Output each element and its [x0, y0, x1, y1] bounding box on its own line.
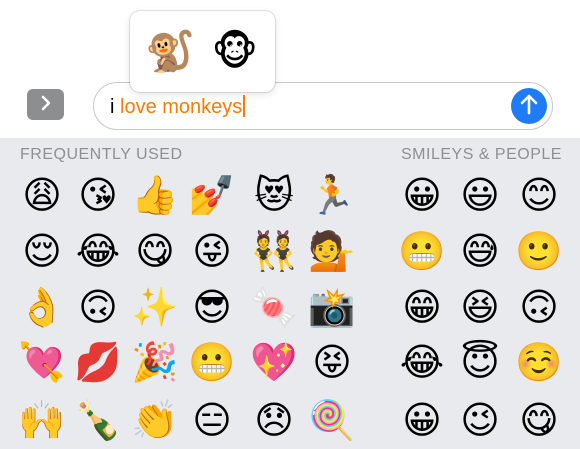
emoji-key[interactable]: ☺️: [511, 334, 567, 390]
emoji-key[interactable]: 🎉: [127, 334, 183, 390]
chevron-right-icon: [40, 95, 52, 115]
message-text: i love monkeys: [110, 95, 246, 118]
emoji-key[interactable]: 😆: [452, 279, 508, 335]
emoji-key[interactable]: 😝: [304, 334, 360, 390]
emoji-key[interactable]: 💁: [304, 223, 360, 279]
emoji-key[interactable]: 😬: [394, 223, 450, 279]
emoji-key[interactable]: 😋: [127, 223, 183, 279]
emoji-key[interactable]: 😂: [70, 223, 126, 279]
emoji-key[interactable]: 😞: [246, 392, 302, 448]
emoji-key[interactable]: 😘: [70, 167, 126, 223]
emoji-key[interactable]: 😋: [511, 392, 567, 448]
emoji-key[interactable]: 🙌: [14, 392, 70, 448]
emoji-key[interactable]: ✨: [127, 279, 183, 335]
emoji-suggestion-popup: 🐒 🐵: [130, 11, 275, 92]
emoji-key[interactable]: 🏃: [304, 167, 360, 223]
emoji-key[interactable]: 🍭: [304, 392, 360, 448]
section-header-smileys-people: SMILEYS & PEOPLE: [401, 146, 562, 163]
emoji-key[interactable]: 👌: [14, 279, 70, 335]
emoji-key[interactable]: 😻: [246, 167, 302, 223]
text-cursor: [243, 95, 246, 117]
emoji-key[interactable]: 🙃: [70, 279, 126, 335]
emoji-key[interactable]: 😩: [14, 167, 70, 223]
emoji-key[interactable]: 😜: [184, 223, 240, 279]
emoji-key[interactable]: 😅: [452, 223, 508, 279]
emoji-key[interactable]: 😎: [184, 279, 240, 335]
emoji-key[interactable]: 😂: [394, 334, 450, 390]
emoji-key[interactable]: 💘: [14, 334, 70, 390]
emoji-key[interactable]: 👏: [127, 392, 183, 448]
emoji-key[interactable]: 😊: [511, 167, 567, 223]
emoji-key[interactable]: 🙃: [511, 279, 567, 335]
emoji-keyboard: FREQUENTLY USED SMILEYS & PEOPLE 😩 😘 👍 💅 😻 🏃 😌…: [0, 138, 580, 449]
emoji-key[interactable]: 👯: [246, 223, 302, 279]
emoji-key[interactable]: 😑: [184, 392, 240, 448]
suggestion-monkey-emoji[interactable]: 🐒: [141, 32, 199, 72]
emoji-key[interactable]: 🍬: [246, 279, 302, 335]
emoji-key[interactable]: 👍: [127, 167, 183, 223]
emoji-key[interactable]: 😃: [452, 167, 508, 223]
emoji-key[interactable]: 💋: [70, 334, 126, 390]
arrow-up-icon: [519, 93, 539, 119]
emoji-key[interactable]: 😬: [184, 334, 240, 390]
emoji-key[interactable]: 😀: [394, 167, 450, 223]
emoji-key[interactable]: 😇: [452, 334, 508, 390]
emoji-key[interactable]: 😌: [14, 223, 70, 279]
emoji-key[interactable]: 🙂: [511, 223, 567, 279]
emoji-key[interactable]: 😉: [452, 392, 508, 448]
send-button[interactable]: [511, 88, 547, 124]
section-header-frequently-used: FREQUENTLY USED: [20, 146, 183, 163]
compose-area: 🐒 🐵 i love monkeys: [0, 0, 580, 138]
message-plain-text: i: [110, 96, 120, 118]
expand-apps-button[interactable]: [27, 89, 64, 120]
emoji-key[interactable]: 💅: [184, 167, 240, 223]
message-highlighted-text: love monkeys: [120, 96, 243, 118]
suggestion-monkey-face-emoji[interactable]: 🐵: [206, 32, 264, 72]
emoji-key[interactable]: 😁: [394, 279, 450, 335]
emoji-key[interactable]: 😀: [394, 392, 450, 448]
emoji-key[interactable]: 🍾: [70, 392, 126, 448]
emoji-key[interactable]: 📸: [304, 279, 360, 335]
emoji-key[interactable]: 💖: [246, 334, 302, 390]
